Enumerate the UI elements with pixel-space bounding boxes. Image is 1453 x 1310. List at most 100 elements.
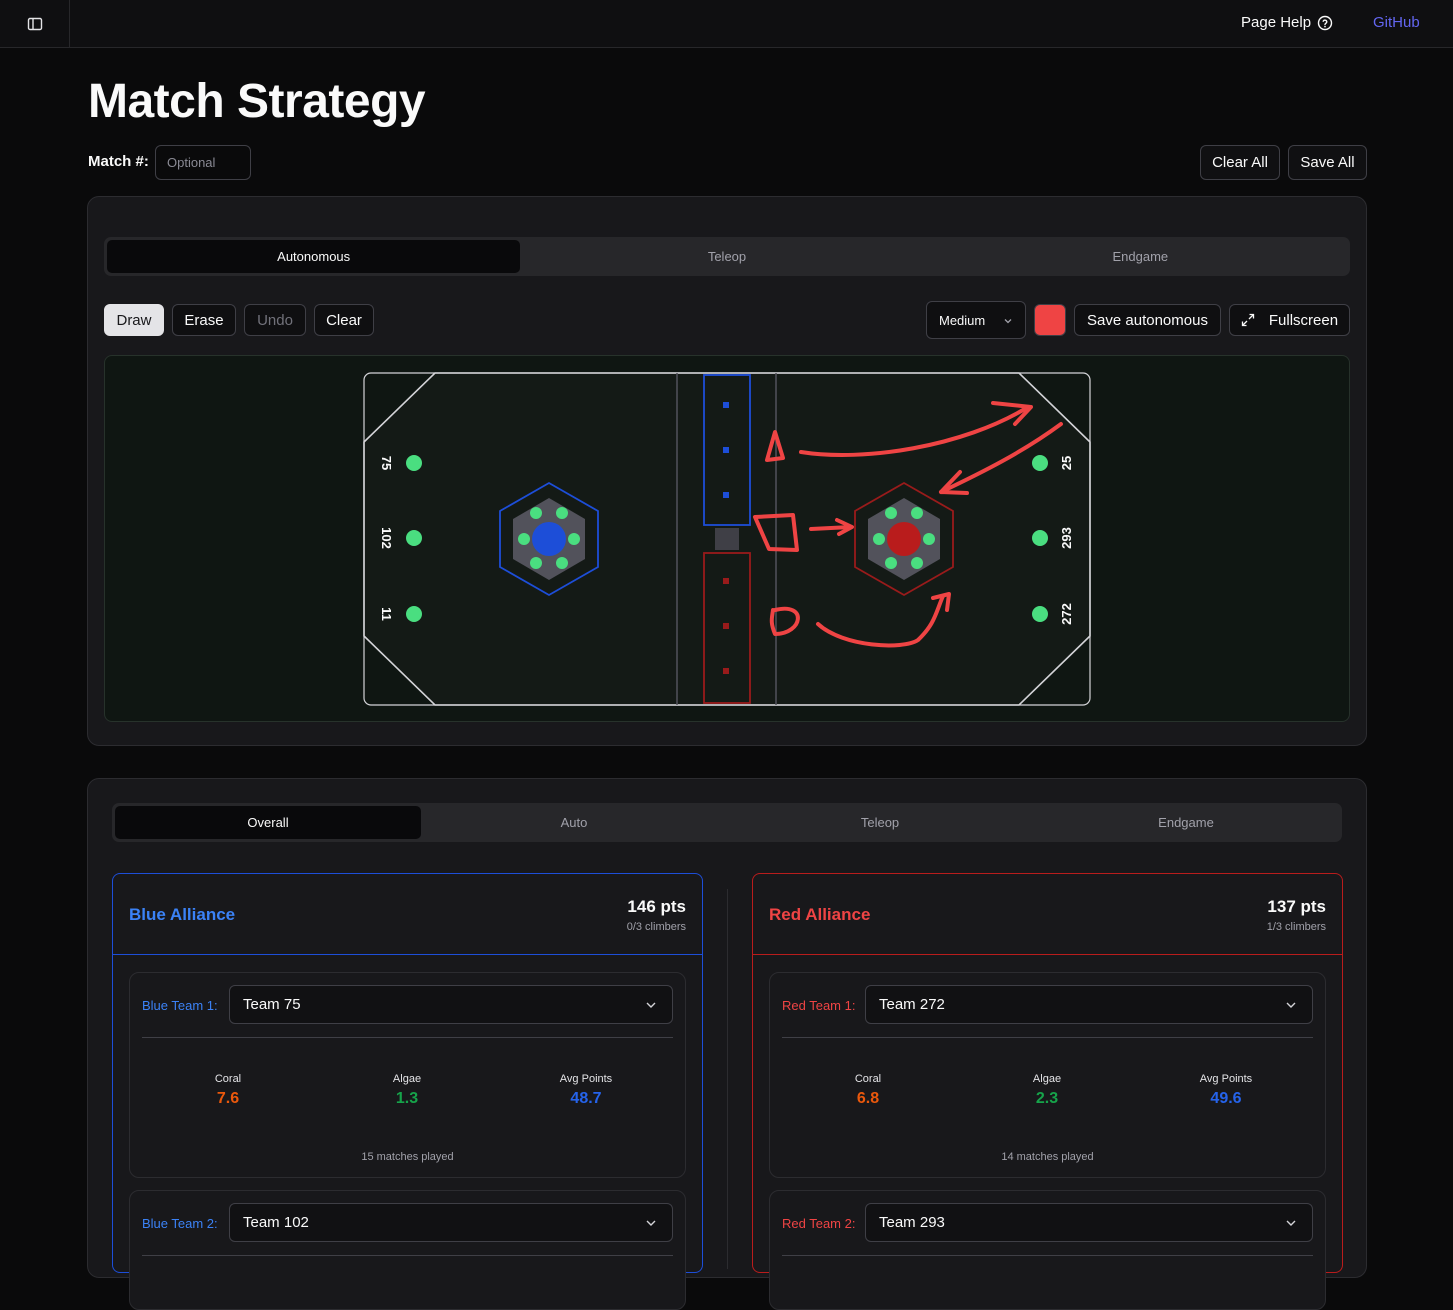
- algae-label: Algae: [1032, 1073, 1062, 1085]
- divider: [782, 1255, 1313, 1256]
- stats-tabs: Overall Auto Teleop Endgame: [112, 803, 1342, 842]
- coral-value: 6.8: [856, 1090, 880, 1107]
- chevron-down-icon: [646, 1220, 656, 1226]
- match-number-label: Match #:: [88, 153, 149, 170]
- blue-alliance-header: Blue Alliance 146 pts 0/3 climbers: [113, 874, 702, 955]
- red-station-label-1: 25: [1059, 456, 1074, 470]
- algae-label: Algae: [392, 1073, 422, 1085]
- expand-icon: [1241, 313, 1255, 327]
- coral-label: Coral: [854, 1073, 882, 1085]
- matches-played: 14 matches played: [1001, 1151, 1094, 1163]
- chevron-down-icon: [1004, 319, 1012, 324]
- blue-team-1-card: Blue Team 1: Team 75 Coral 7.6 Algae 1.3…: [129, 972, 686, 1178]
- blue-alliance-climbers: 0/3 climbers: [626, 921, 686, 933]
- red-station-label-3: 272: [1059, 603, 1074, 625]
- page-title: Match Strategy: [88, 75, 426, 128]
- brush-size-select[interactable]: Medium: [926, 301, 1026, 339]
- clear-button[interactable]: Clear: [314, 304, 374, 336]
- phase-tabs: Autonomous Teleop Endgame: [104, 237, 1350, 276]
- divider: [142, 1255, 673, 1256]
- save-all-button[interactable]: Save All: [1288, 145, 1367, 180]
- red-alliance-points: 137 pts: [1267, 897, 1326, 916]
- blue-robot-2: [406, 530, 422, 546]
- undo-button[interactable]: Undo: [244, 304, 306, 336]
- red-team-2-label: Red Team 2:: [782, 1216, 856, 1231]
- divider: [142, 1037, 673, 1038]
- save-phase-button[interactable]: Save autonomous: [1074, 304, 1221, 336]
- blue-alliance-name: Blue Alliance: [129, 905, 236, 924]
- tab-autonomous[interactable]: Autonomous: [107, 240, 521, 273]
- sidebar-icon: [27, 17, 42, 30]
- avg-points-label: Avg Points: [559, 1073, 613, 1085]
- draw-button[interactable]: Draw: [104, 304, 164, 336]
- blue-station-label-3: 11: [379, 607, 394, 621]
- barge-center: [715, 528, 739, 550]
- blue-team-1-value: Team 75: [243, 996, 301, 1013]
- tab-endgame[interactable]: Endgame: [934, 240, 1347, 273]
- brush-size-value: Medium: [939, 312, 986, 328]
- red-team-1-value: Team 272: [879, 996, 945, 1013]
- sidebar-toggle-button[interactable]: [0, 0, 70, 47]
- red-robot-3: [1032, 606, 1048, 622]
- avg-points-stat: Avg Points 48.7: [526, 1073, 646, 1108]
- page-help-label: Page Help: [1241, 14, 1312, 31]
- page-help-link[interactable]: Page Help: [1241, 14, 1333, 31]
- red-team-2-card: Red Team 2: Team 293: [769, 1190, 1326, 1310]
- tab-auto[interactable]: Auto: [421, 806, 727, 839]
- blue-station-label-2: 102: [379, 527, 394, 549]
- avg-points-value: 48.7: [570, 1090, 602, 1107]
- tab-teleop-stats[interactable]: Teleop: [727, 806, 1033, 839]
- matches-played: 15 matches played: [361, 1151, 454, 1163]
- red-team-2-select[interactable]: Team 293: [865, 1203, 1313, 1242]
- divider: [782, 1037, 1313, 1038]
- blue-team-2-card: Blue Team 2: Team 102: [129, 1190, 686, 1310]
- field-map[interactable]: 75 102 11 25 293 272: [363, 372, 1091, 706]
- algae-stat: Algae 1.3: [347, 1073, 467, 1108]
- erase-button[interactable]: Erase: [172, 304, 236, 336]
- tab-endgame-stats[interactable]: Endgame: [1033, 806, 1339, 839]
- blue-alliance-points: 146 pts: [627, 897, 686, 916]
- chevron-down-icon: [646, 1002, 656, 1008]
- blue-team-1-label: Blue Team 1:: [142, 998, 218, 1013]
- red-team-1-card: Red Team 1: Team 272 Coral 6.8 Algae 2.3…: [769, 972, 1326, 1178]
- blue-station-label-1: 75: [379, 456, 394, 470]
- blue-team-2-select[interactable]: Team 102: [229, 1203, 673, 1242]
- match-number-input[interactable]: [155, 145, 251, 180]
- avg-points-label: Avg Points: [1199, 1073, 1253, 1085]
- blue-team-1-select[interactable]: Team 75: [229, 985, 673, 1024]
- alliance-divider: [727, 889, 728, 1269]
- brush-color-swatch[interactable]: [1034, 304, 1066, 336]
- red-station-label-2: 293: [1059, 527, 1074, 549]
- blue-team-2-value: Team 102: [243, 1214, 309, 1231]
- algae-value: 1.3: [395, 1090, 419, 1107]
- coral-label: Coral: [214, 1073, 242, 1085]
- blue-alliance-panel: Blue Alliance 146 pts 0/3 climbers Blue …: [112, 873, 703, 1310]
- red-team-1-select[interactable]: Team 272: [865, 985, 1313, 1024]
- tab-teleop[interactable]: Teleop: [520, 240, 933, 273]
- red-alliance-panel: Red Alliance 137 pts 1/3 climbers Red Te…: [752, 873, 1343, 1310]
- red-team-1-label: Red Team 1:: [782, 998, 856, 1013]
- avg-points-value: 49.6: [1210, 1090, 1242, 1107]
- avg-points-stat: Avg Points 49.6: [1166, 1073, 1286, 1108]
- red-alliance-climbers: 1/3 climbers: [1266, 921, 1326, 933]
- red-alliance-header: Red Alliance 137 pts 1/3 climbers: [753, 874, 1342, 955]
- coral-stat: Coral 7.6: [168, 1073, 288, 1108]
- top-bar: Page Help GitHub: [0, 0, 1453, 48]
- github-link[interactable]: GitHub: [1373, 14, 1420, 31]
- fullscreen-label: Fullscreen: [1268, 311, 1339, 329]
- red-alliance-name: Red Alliance: [769, 905, 871, 924]
- coral-stat: Coral 6.8: [808, 1073, 928, 1108]
- algae-value: 2.3: [1035, 1090, 1059, 1107]
- algae-stat: Algae 2.3: [987, 1073, 1107, 1108]
- help-circle-icon: [1317, 15, 1333, 30]
- tab-overall[interactable]: Overall: [115, 806, 421, 839]
- chevron-down-icon: [1286, 1002, 1296, 1008]
- coral-value: 7.6: [216, 1090, 240, 1107]
- blue-robot-3: [406, 606, 422, 622]
- red-robot-2: [1032, 530, 1048, 546]
- blue-robot-1: [406, 455, 422, 471]
- fullscreen-button[interactable]: Fullscreen: [1229, 304, 1350, 336]
- clear-all-button[interactable]: Clear All: [1200, 145, 1280, 180]
- blue-team-2-label: Blue Team 2:: [142, 1216, 218, 1231]
- red-team-2-value: Team 293: [879, 1214, 945, 1231]
